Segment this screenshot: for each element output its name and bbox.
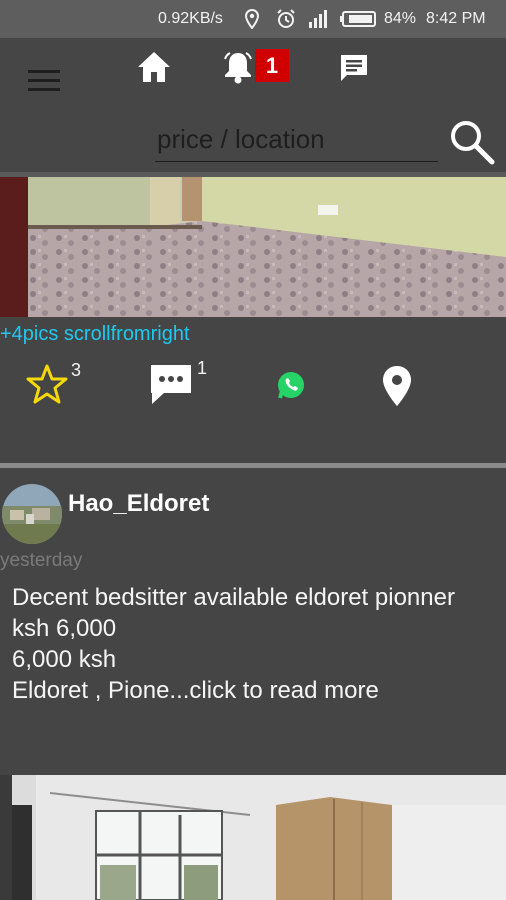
alarm-icon [276,9,296,34]
location-icon [244,8,260,34]
post-timestamp: yesterday [0,550,83,571]
whatsapp-icon[interactable] [276,370,306,405]
comment-icon[interactable] [148,362,194,411]
signal-icon [308,8,328,35]
notification-badge[interactable]: 1 [255,49,289,82]
chat-icon[interactable] [338,52,370,84]
post-username[interactable]: Hao_Eldoret [68,490,209,518]
comment-count: 1 [197,358,208,378]
status-bar: 0.92KB/s 84% 8:42 PM [0,0,506,38]
menu-icon[interactable] [28,70,62,96]
feed: +4pics scrollfromright 3 1 Hao_Eldoret y… [0,172,506,900]
battery-percentage: 84% [384,10,417,27]
user-avatar[interactable] [2,484,62,544]
battery-icon [340,10,378,33]
app-root: 0.92KB/s 84% 8:42 PM 1 price / location … [0,0,506,900]
post-text-line: Decent bedsitter available eldoret pionn… [12,584,455,611]
post-actions: 3 1 [0,358,506,413]
post-photo[interactable] [0,177,506,317]
star-icon[interactable] [26,364,68,409]
search-input[interactable] [155,118,438,162]
search-icon[interactable] [448,118,496,166]
post-text-line: 6,000 ksh [12,646,117,673]
post-divider [0,463,506,468]
bell-icon[interactable] [222,50,254,84]
network-speed: 0.92KB/s [158,10,223,27]
home-icon[interactable] [136,50,172,84]
clock: 8:42 PM [426,10,486,27]
post-text-line: Eldoret , Pione...click to read more [12,677,379,704]
post-text-line: ksh 6,000 [12,615,117,642]
post-photo[interactable] [0,775,506,900]
top-bar: 1 [0,38,506,172]
map-pin-icon[interactable] [380,364,414,413]
post-description[interactable]: Decent bedsitter available eldoret pionn… [12,582,502,706]
star-count: 3 [71,360,82,380]
more-pics-link[interactable]: +4pics scrollfromright [0,323,190,346]
